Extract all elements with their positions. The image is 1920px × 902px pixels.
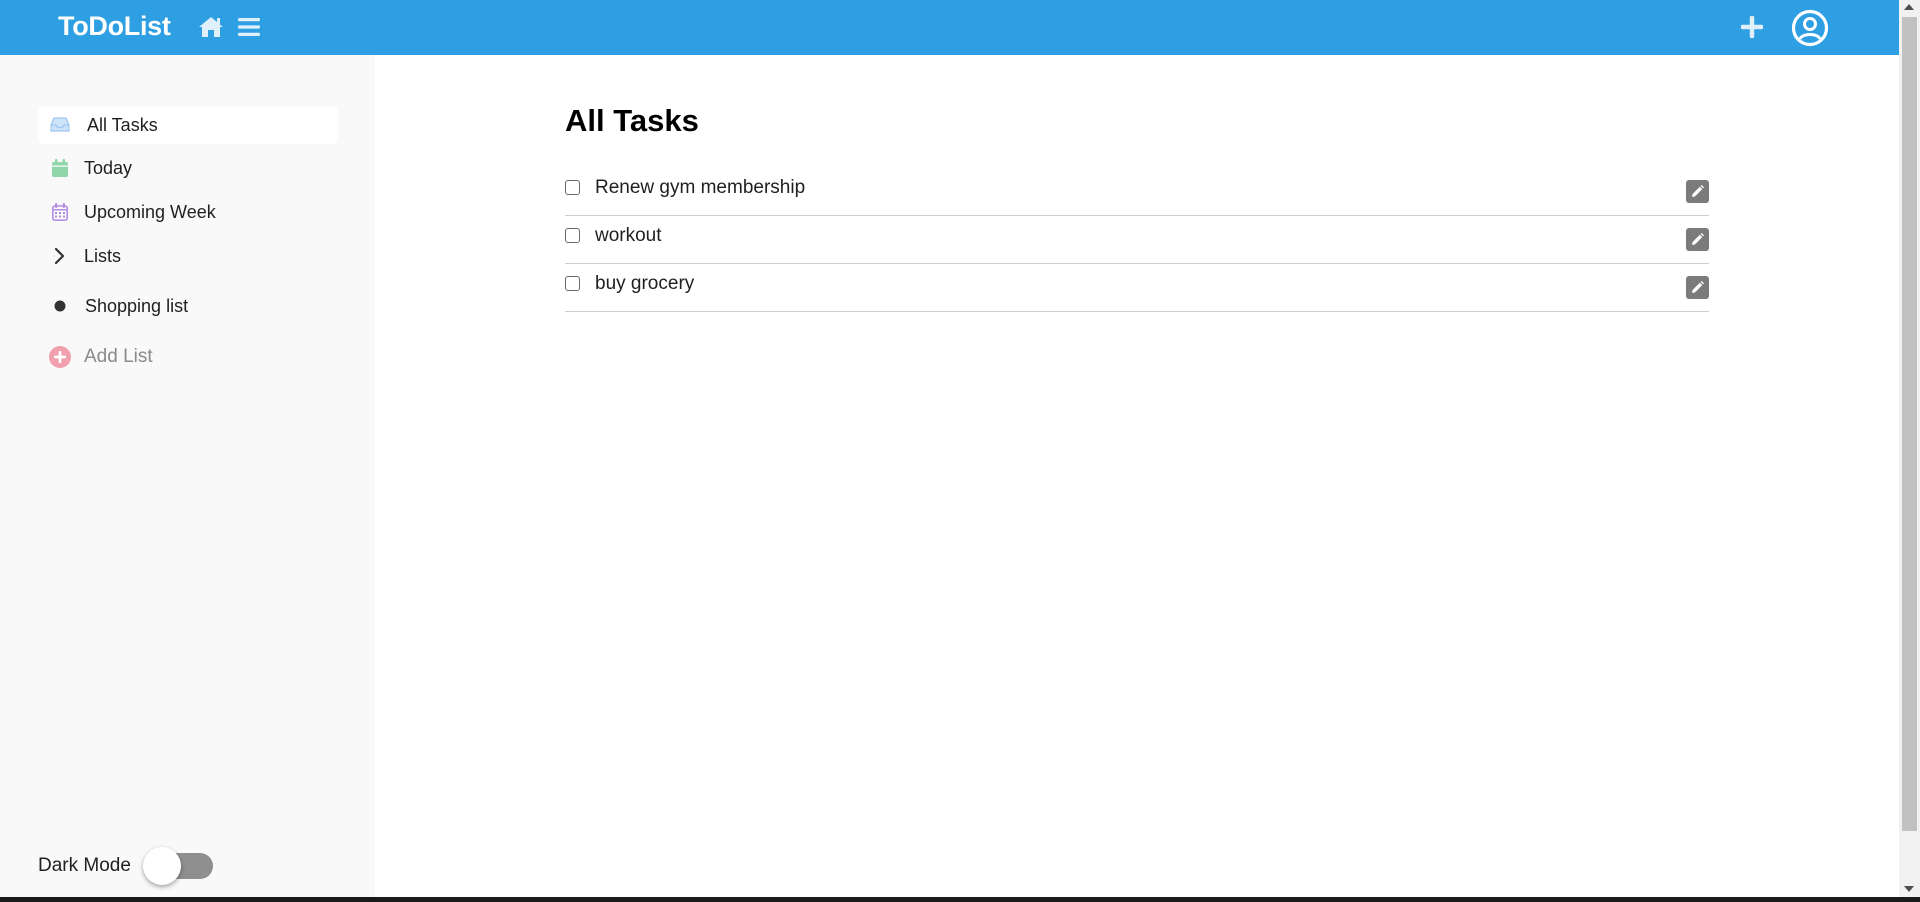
dark-mode-toggle[interactable]	[142, 847, 213, 885]
inbox-icon	[49, 114, 71, 136]
task-checkbox[interactable]	[565, 228, 580, 243]
sidebar-item-label: Add List	[84, 346, 153, 367]
user-circle-icon[interactable]	[1789, 7, 1831, 49]
home-icon[interactable]	[196, 12, 226, 42]
task-row: workout	[565, 216, 1709, 264]
task-text: workout	[595, 225, 662, 246]
sidebar: All Tasks Today Upcoming Week Lists Shop…	[0, 55, 375, 897]
add-list-button[interactable]: Add List	[38, 338, 338, 376]
task-row: Renew gym membership	[565, 168, 1709, 216]
app-brand[interactable]: ToDoList	[58, 11, 171, 42]
task-row: buy grocery	[565, 264, 1709, 312]
chevron-right-icon	[49, 245, 71, 267]
sidebar-item-shopping-list[interactable]: Shopping list	[38, 287, 338, 325]
sidebar-item-label: Shopping list	[85, 295, 189, 316]
toggle-knob[interactable]	[142, 847, 181, 885]
sidebar-item-today[interactable]: Today	[38, 149, 338, 187]
scrollbar-thumb[interactable]	[1902, 17, 1917, 831]
vertical-scrollbar[interactable]	[1899, 0, 1920, 897]
hamburger-menu-icon[interactable]	[236, 12, 262, 42]
sidebar-item-upcoming-week[interactable]: Upcoming Week	[38, 193, 338, 231]
edit-pencil-icon[interactable]	[1686, 180, 1709, 203]
calendar-week-icon	[49, 201, 71, 223]
sidebar-item-all-tasks[interactable]: All Tasks	[38, 106, 338, 144]
calendar-icon	[49, 157, 71, 179]
sidebar-item-label: All Tasks	[87, 114, 158, 135]
task-checkbox[interactable]	[565, 276, 580, 291]
scroll-up-arrow-icon[interactable]	[1904, 4, 1914, 10]
window-bottom-edge	[0, 897, 1920, 902]
scroll-down-arrow-icon[interactable]	[1904, 886, 1914, 892]
dark-mode-label: Dark Mode	[38, 855, 131, 876]
add-task-plus-icon[interactable]	[1737, 12, 1767, 42]
task-text: Renew gym membership	[595, 177, 806, 198]
task-text: buy grocery	[595, 273, 695, 294]
sidebar-item-label: Upcoming Week	[84, 201, 216, 222]
sidebar-item-label: Lists	[84, 245, 122, 266]
top-navbar: ToDoList	[0, 0, 1899, 55]
dot-icon	[49, 295, 71, 317]
edit-pencil-icon[interactable]	[1686, 228, 1709, 251]
sidebar-item-lists[interactable]: Lists	[38, 237, 338, 275]
task-checkbox[interactable]	[565, 180, 580, 195]
dark-mode-setting: Dark Mode	[38, 847, 213, 885]
edit-pencil-icon[interactable]	[1686, 276, 1709, 299]
task-list: Renew gym membership workout buy grocery	[565, 168, 1709, 312]
sidebar-item-label: Today	[84, 157, 133, 178]
plus-circle-icon	[49, 346, 71, 368]
page-title: All Tasks	[565, 103, 699, 138]
